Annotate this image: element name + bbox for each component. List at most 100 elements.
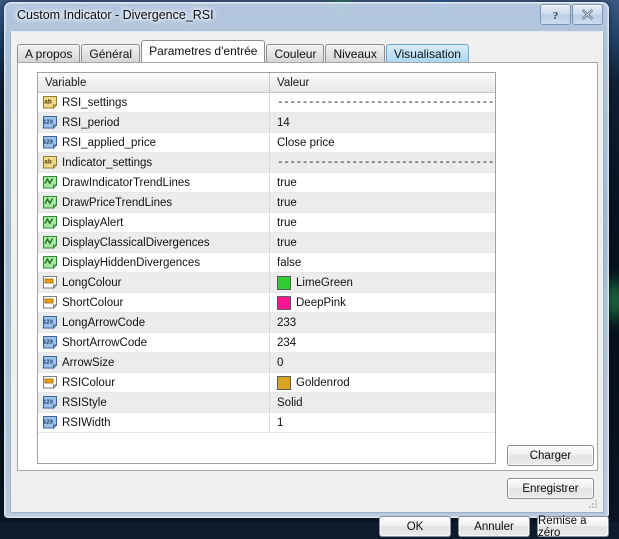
cell-variable[interactable]: DrawPriceTrendLines [38, 193, 270, 212]
color-swatch [277, 276, 291, 290]
table-row[interactable]: abIndicator_settings--------------------… [38, 153, 495, 173]
tab-general[interactable]: Général [81, 44, 140, 62]
tab-label: Général [89, 47, 132, 61]
table-row[interactable]: 123RSI_period14 [38, 113, 495, 133]
table-row[interactable]: ab RSI_settings --------------------------… [38, 93, 495, 113]
integer-type-icon: 123 [43, 316, 57, 329]
load-button[interactable]: Charger [507, 445, 594, 466]
table-row[interactable]: 123ArrowSize0 [38, 353, 495, 373]
cell-value[interactable]: 1 [270, 413, 495, 432]
table-row[interactable]: ShortColour DeepPink [38, 293, 495, 313]
cell-variable[interactable]: 123ArrowSize [38, 353, 270, 372]
cell-variable[interactable]: LongColour [38, 273, 270, 292]
value-text: Solid [277, 397, 303, 409]
table-row[interactable]: DrawIndicatorTrendLinestrue [38, 173, 495, 193]
ok-button[interactable]: OK [379, 516, 451, 537]
table-row[interactable]: DisplayHiddenDivergencesfalse [38, 253, 495, 273]
cell-value[interactable]: true [270, 173, 495, 192]
value-text: Goldenrod [296, 377, 350, 389]
cell-variable[interactable]: 123RSI_applied_price [38, 133, 270, 152]
string-type-icon: ab [43, 156, 57, 169]
cancel-button[interactable]: Annuler [458, 516, 530, 537]
cell-variable[interactable]: DisplayHiddenDivergences [38, 253, 270, 272]
boolean-type-icon [43, 196, 57, 209]
integer-type-icon: 123 [43, 116, 57, 129]
integer-type-icon: 123 [43, 356, 57, 369]
column-header-variable[interactable]: Variable [38, 73, 270, 92]
value-text: true [277, 197, 297, 209]
cell-variable[interactable]: DisplayClassicalDivergences [38, 233, 270, 252]
cell-value[interactable]: 14 [270, 113, 495, 132]
cell-variable[interactable]: 123RSI_period [38, 113, 270, 132]
table-row[interactable]: RSIColour Goldenrod [38, 373, 495, 393]
title-bar[interactable]: Custom Indicator - Divergence_RSI ? [5, 3, 608, 31]
variable-name: RSI_applied_price [62, 137, 156, 149]
table-row[interactable]: 123RSIWidth1 [38, 413, 495, 433]
color-type-icon [43, 276, 57, 289]
cell-value[interactable]: 233 [270, 313, 495, 332]
tab-parametres-d-entree[interactable]: Parametres d'entrée [141, 40, 265, 62]
table-row[interactable]: DisplayAlerttrue [38, 213, 495, 233]
table-row[interactable]: DrawPriceTrendLines true [38, 193, 495, 213]
cell-value[interactable]: ----------------------------------------… [270, 93, 495, 112]
parameters-grid[interactable]: Variable Valeur ab RSI_settings ----------… [37, 72, 496, 464]
svg-text:?: ? [553, 10, 559, 21]
value-text: 233 [277, 317, 296, 329]
cell-value[interactable]: true [270, 193, 495, 212]
svg-text:123: 123 [43, 320, 53, 326]
cell-value[interactable]: true [270, 233, 495, 252]
tab-a-propos[interactable]: A propos [17, 44, 80, 62]
cell-value[interactable]: DeepPink [270, 293, 495, 312]
string-type-icon: ab [43, 156, 57, 169]
integer-type-icon: 123 [43, 356, 57, 369]
variable-name: DisplayClassicalDivergences [62, 237, 210, 249]
boolean-type-icon [43, 196, 57, 209]
cell-variable[interactable]: DisplayAlert [38, 213, 270, 232]
variable-name: ShortColour [62, 297, 123, 309]
boolean-type-icon [43, 256, 57, 269]
string-type-icon: ab [43, 96, 57, 109]
table-row[interactable]: DisplayClassicalDivergences true [38, 233, 495, 253]
column-header-valeur[interactable]: Valeur [270, 73, 495, 92]
cell-value[interactable]: LimeGreen [270, 273, 495, 292]
cell-variable[interactable]: 123RSIWidth [38, 413, 270, 432]
question-mark-icon: ? [550, 9, 561, 21]
resize-grip-icon[interactable] [587, 498, 599, 510]
cell-value[interactable]: ----------------------------------------… [270, 153, 495, 172]
tab-couleur[interactable]: Couleur [266, 44, 324, 62]
cell-variable[interactable]: DrawIndicatorTrendLines [38, 173, 270, 192]
cell-variable[interactable]: abIndicator_settings [38, 153, 270, 172]
cell-value[interactable]: Solid [270, 393, 495, 412]
save-button[interactable]: Enregistrer [507, 478, 594, 499]
table-row[interactable]: LongColour LimeGreen [38, 273, 495, 293]
cell-variable[interactable]: 123ShortArrowCode [38, 333, 270, 352]
color-type-icon [43, 376, 57, 389]
reset-button[interactable]: Remise a zéro [537, 516, 609, 537]
tab-visualisation[interactable]: Visualisation [386, 44, 469, 62]
cell-variable[interactable]: 123RSIStyle [38, 393, 270, 412]
tab-niveaux[interactable]: Niveaux [325, 44, 384, 62]
cell-variable[interactable]: RSIColour [38, 373, 270, 392]
variable-name: LongColour [62, 277, 121, 289]
cell-value[interactable]: Close price [270, 133, 495, 152]
value-text: LimeGreen [296, 277, 353, 289]
variable-name: RSI_settings [62, 97, 127, 109]
cell-value[interactable]: 0 [270, 353, 495, 372]
boolean-type-icon [43, 216, 57, 229]
table-row[interactable]: 123LongArrowCode 233 [38, 313, 495, 333]
cell-variable[interactable]: ab RSI_settings [38, 93, 270, 112]
cell-variable[interactable]: ShortColour [38, 293, 270, 312]
close-button[interactable] [572, 4, 603, 25]
tab-strip: A propos Général Parametres d'entrée Cou… [17, 41, 470, 62]
cell-value[interactable]: 234 [270, 333, 495, 352]
cell-variable[interactable]: 123LongArrowCode [38, 313, 270, 332]
integer-type-icon: 123 [43, 336, 57, 349]
cell-value[interactable]: false [270, 253, 495, 272]
cell-value[interactable]: Goldenrod [270, 373, 495, 392]
help-button[interactable]: ? [540, 4, 571, 25]
table-row[interactable]: 123RSI_applied_priceClose price [38, 133, 495, 153]
table-row[interactable]: 123RSIStyle Solid [38, 393, 495, 413]
cell-value[interactable]: true [270, 213, 495, 232]
cancel-button-label: Annuler [474, 521, 514, 533]
table-row[interactable]: 123ShortArrowCode234 [38, 333, 495, 353]
